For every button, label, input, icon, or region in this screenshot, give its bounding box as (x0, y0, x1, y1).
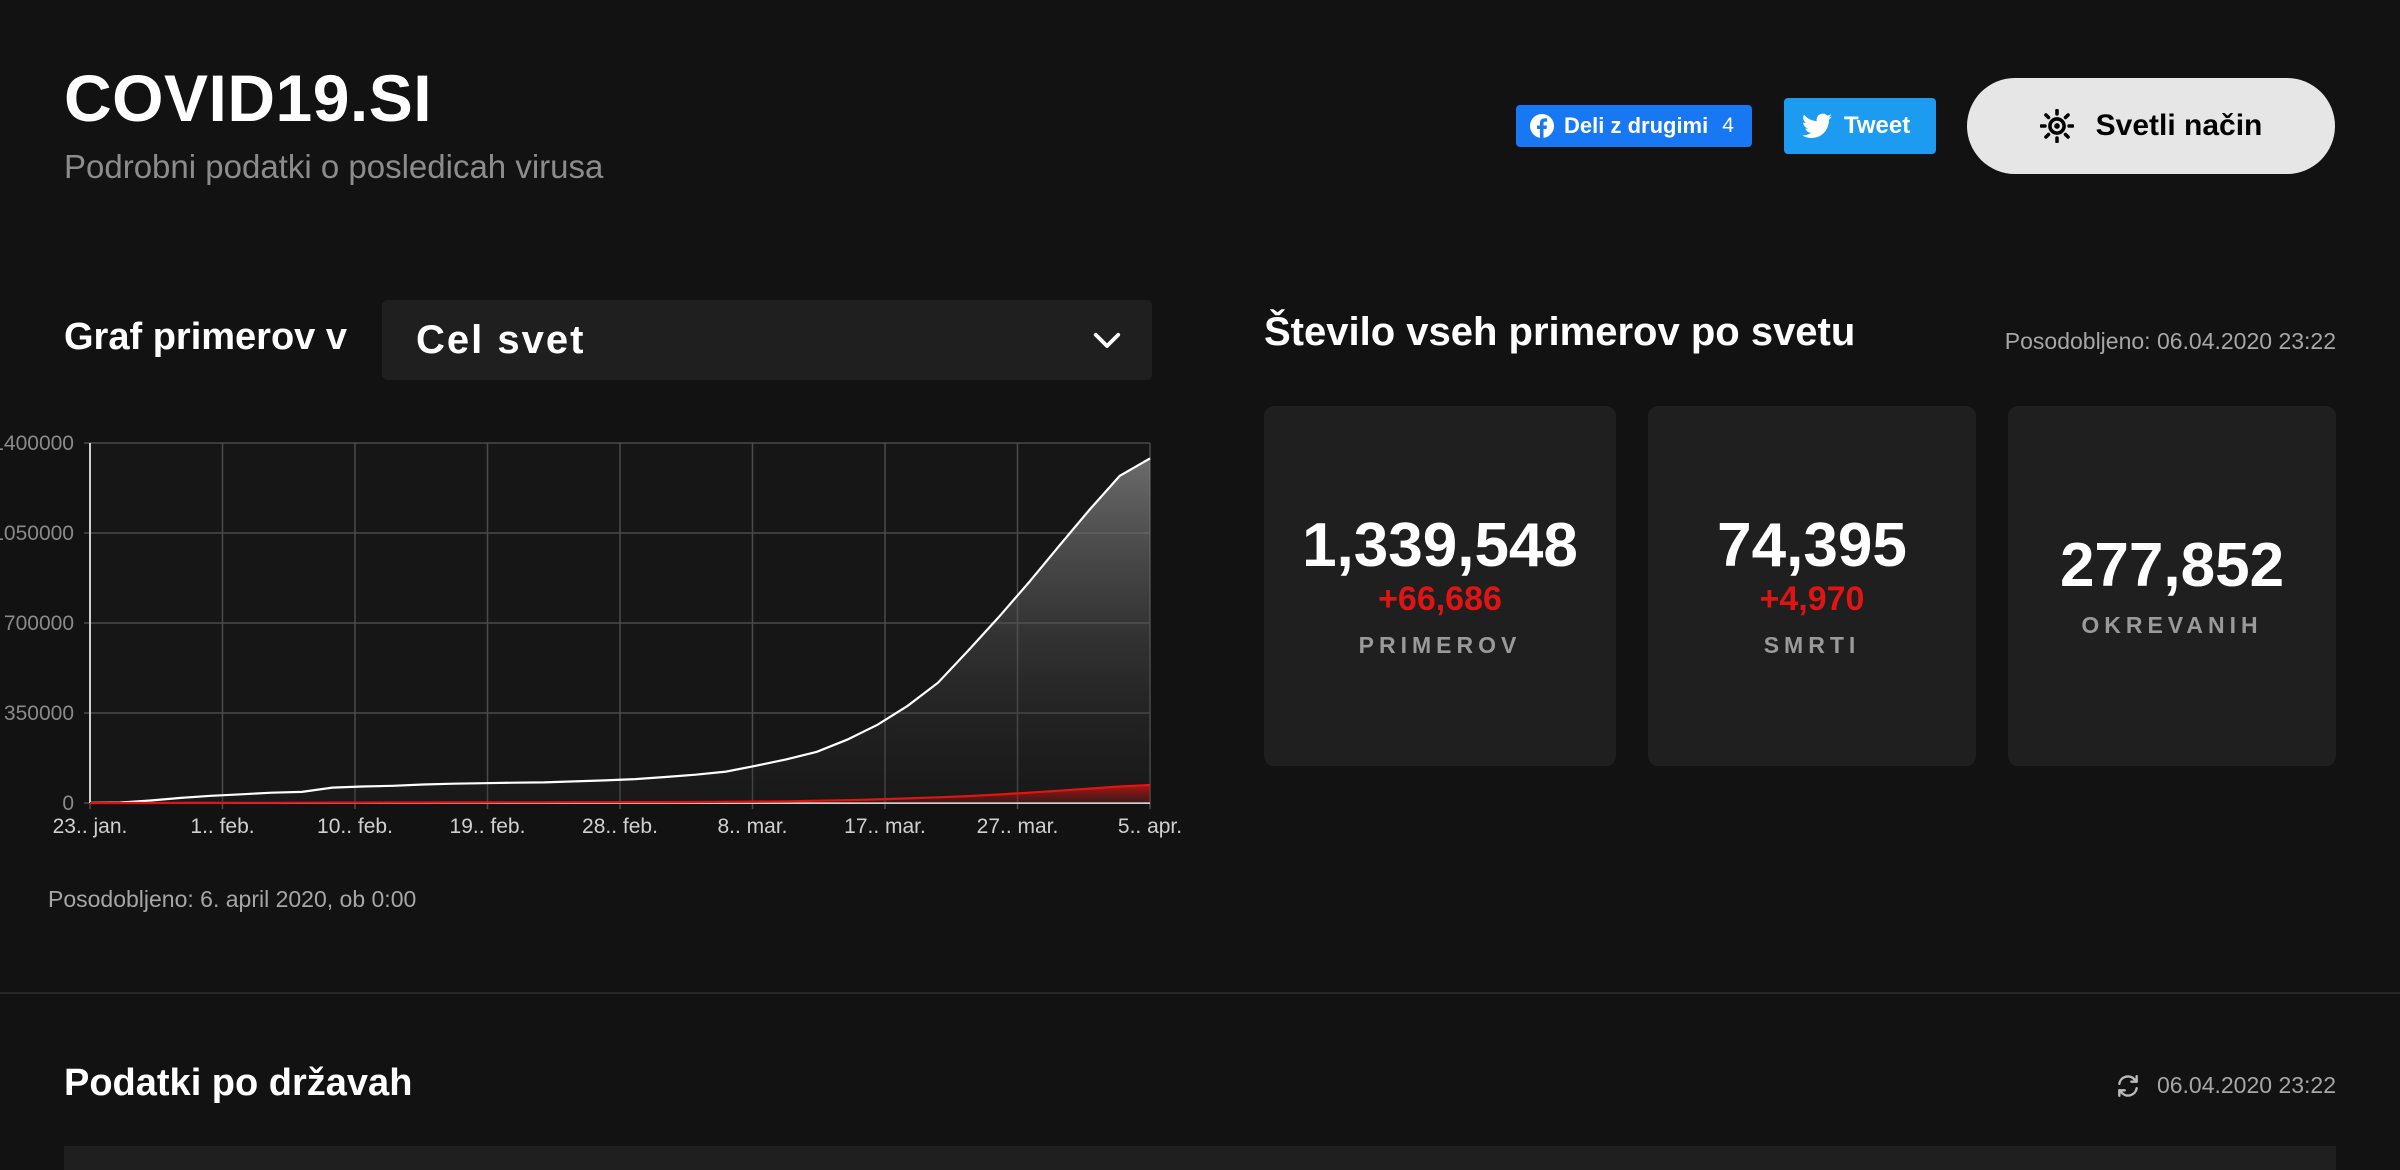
chart-x-tick-label: 10.. feb. (317, 815, 393, 838)
site-subtitle: Podrobni podatki o posledicah virusa (64, 148, 604, 185)
cases-chart-svg: 23.. jan. 1.. feb. 10.. feb. 19.. feb. 28.. … (0, 432, 1182, 838)
chart-y-tick-label: 1050000 (0, 522, 74, 545)
facebook-share-button[interactable]: Deli z drugimi 4 (1516, 105, 1752, 147)
facebook-share-label: Deli z drugimi (1564, 113, 1709, 138)
region-select[interactable]: Cel svet (382, 300, 1152, 380)
cases-chart: 23.. jan. 1.. feb. 10.. feb. 19.. feb. 28.. … (0, 432, 1200, 845)
tweet-label: Tweet (1844, 112, 1911, 139)
refresh-icon (2118, 1074, 2138, 1097)
cases-value: 1,339,548 (1302, 511, 1578, 580)
cases-label: PRIMEROV (1358, 632, 1522, 658)
twitter-icon (1802, 113, 1832, 138)
chart-x-tick-label: 5.. apr. (1118, 815, 1182, 838)
chart-updated: Posodobljeno: 6. april 2020, ob 0:00 (48, 886, 417, 912)
chevron-down-icon (1093, 332, 1121, 348)
recovered-label: OKREVANIH (2081, 612, 2263, 638)
chart-x-tick-label: 17.. mar. (844, 815, 926, 838)
chart-x-tick-label: 19.. feb. (450, 815, 526, 838)
chart-y-tick-label: 350000 (4, 702, 74, 725)
chart-y-tick-label: 1400000 (0, 435, 74, 455)
chart-x-tick-label: 28.. feb. (582, 815, 658, 838)
deaths-value: 74,395 (1717, 511, 1907, 580)
facebook-share-count: 4 (1722, 114, 1734, 137)
chart-x-tick-label: 8.. mar. (717, 815, 787, 838)
chart-y-tick-label: 0 (62, 792, 74, 815)
facebook-icon (1530, 114, 1554, 138)
chart-y-tick-label: 700000 (4, 612, 74, 635)
deaths-delta: +4,970 (1759, 580, 1865, 618)
world-stats-title: Število vseh primerov po svetu (1264, 310, 1856, 354)
countries-refresh[interactable]: 06.04.2020 23:22 (2115, 1072, 2336, 1099)
chart-x-tick-label: 23.. jan. (53, 815, 128, 838)
chart-x-tick-label: 1.. feb. (190, 815, 254, 838)
sun-icon (2039, 109, 2074, 143)
recovered-value: 277,852 (2059, 531, 2285, 600)
graph-heading: Graf primerov v (64, 316, 347, 358)
tweet-button[interactable]: Tweet (1784, 98, 1936, 154)
section-divider (0, 992, 2400, 994)
world-stats-updated: Posodobljeno: 06.04.2020 23:22 (2004, 328, 2336, 354)
light-mode-toggle[interactable]: Svetli način (1967, 78, 2335, 174)
countries-heading: Podatki po državah (64, 1062, 413, 1104)
countries-updated: 06.04.2020 23:22 (2156, 1072, 2336, 1098)
recovered-card: 277,852 OKREVANIH (2008, 406, 2336, 766)
site-logo[interactable]: COVID19.SI (64, 60, 432, 136)
deaths-card: 74,395 +4,970 SMRTI (1648, 406, 1976, 766)
light-mode-label: Svetli način (2095, 109, 2263, 142)
countries-table (64, 1146, 2336, 1170)
cases-card: 1,339,548 +66,686 PRIMEROV (1264, 406, 1616, 766)
chart-x-tick-label: 27.. mar. (977, 815, 1059, 838)
cases-delta: +66,686 (1378, 580, 1502, 618)
deaths-label: SMRTI (1763, 632, 1861, 658)
region-select-value: Cel svet (416, 317, 586, 362)
